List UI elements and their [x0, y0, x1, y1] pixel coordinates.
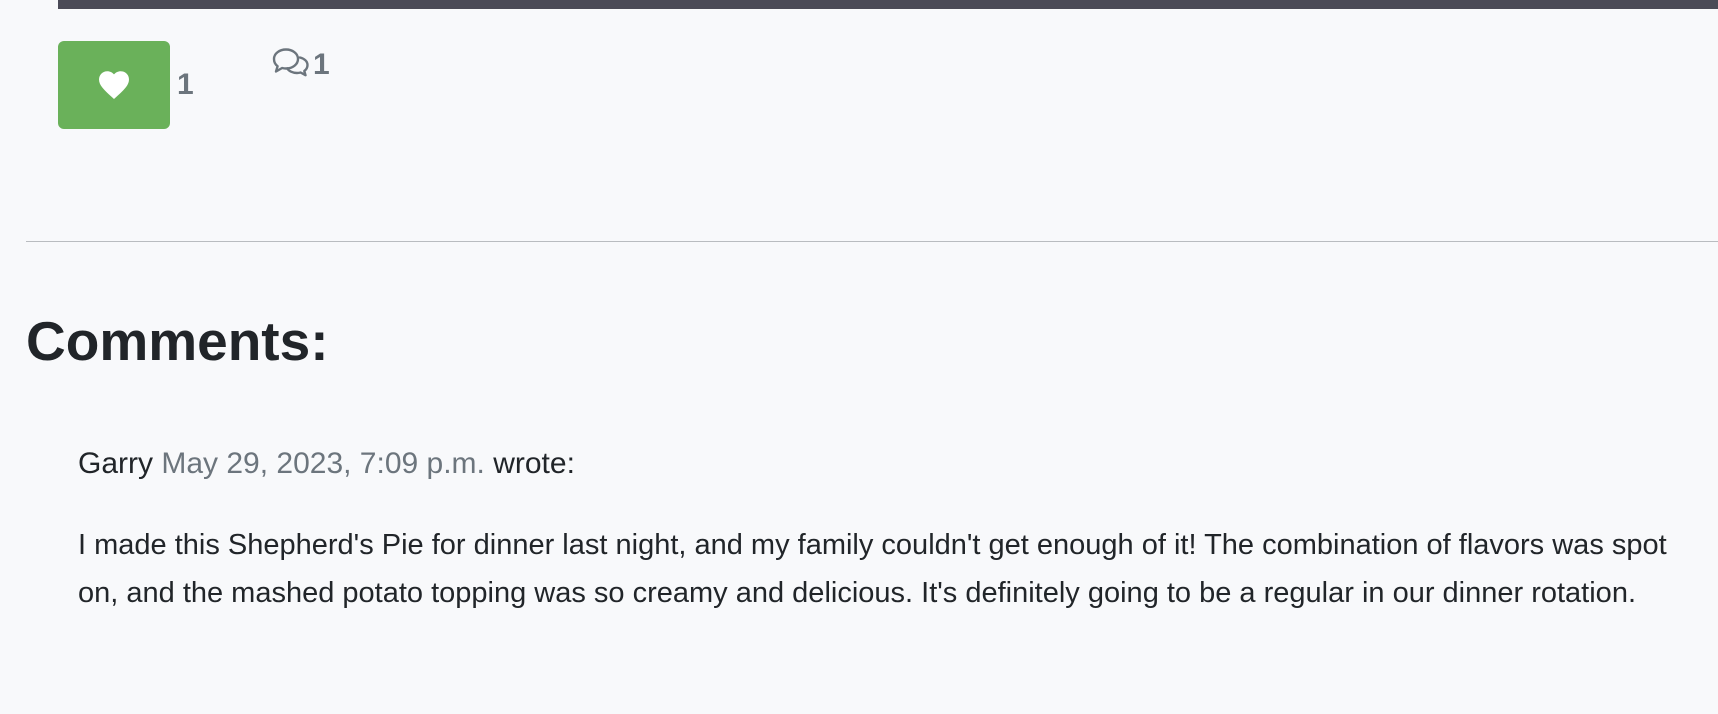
- comment-date: May 29, 2023, 7:09 p.m.: [161, 447, 485, 480]
- comment-body: I made this Shepherd's Pie for dinner la…: [78, 529, 1667, 609]
- comment-author: Garry: [78, 447, 153, 480]
- like-button[interactable]: [58, 41, 170, 129]
- heart-icon: [96, 68, 132, 103]
- recipe-page: 1 1 Comments: Garry May 29, 2023, 7:09 p…: [0, 0, 1718, 714]
- comment-verb: wrote:: [493, 447, 575, 480]
- comment-item: Garry May 29, 2023, 7:09 p.m. wrote: I m…: [78, 443, 1678, 617]
- like-count: 1: [177, 68, 194, 101]
- section-divider: [26, 241, 1718, 242]
- comments-heading: Comments:: [26, 310, 329, 372]
- comment-meta: Garry May 29, 2023, 7:09 p.m. wrote:: [78, 443, 1678, 485]
- comments-link[interactable]: 1: [271, 46, 330, 83]
- recipe-content-bottom-edge: [58, 0, 1718, 9]
- comment-count: 1: [313, 47, 330, 81]
- speech-bubbles-icon: [271, 46, 311, 83]
